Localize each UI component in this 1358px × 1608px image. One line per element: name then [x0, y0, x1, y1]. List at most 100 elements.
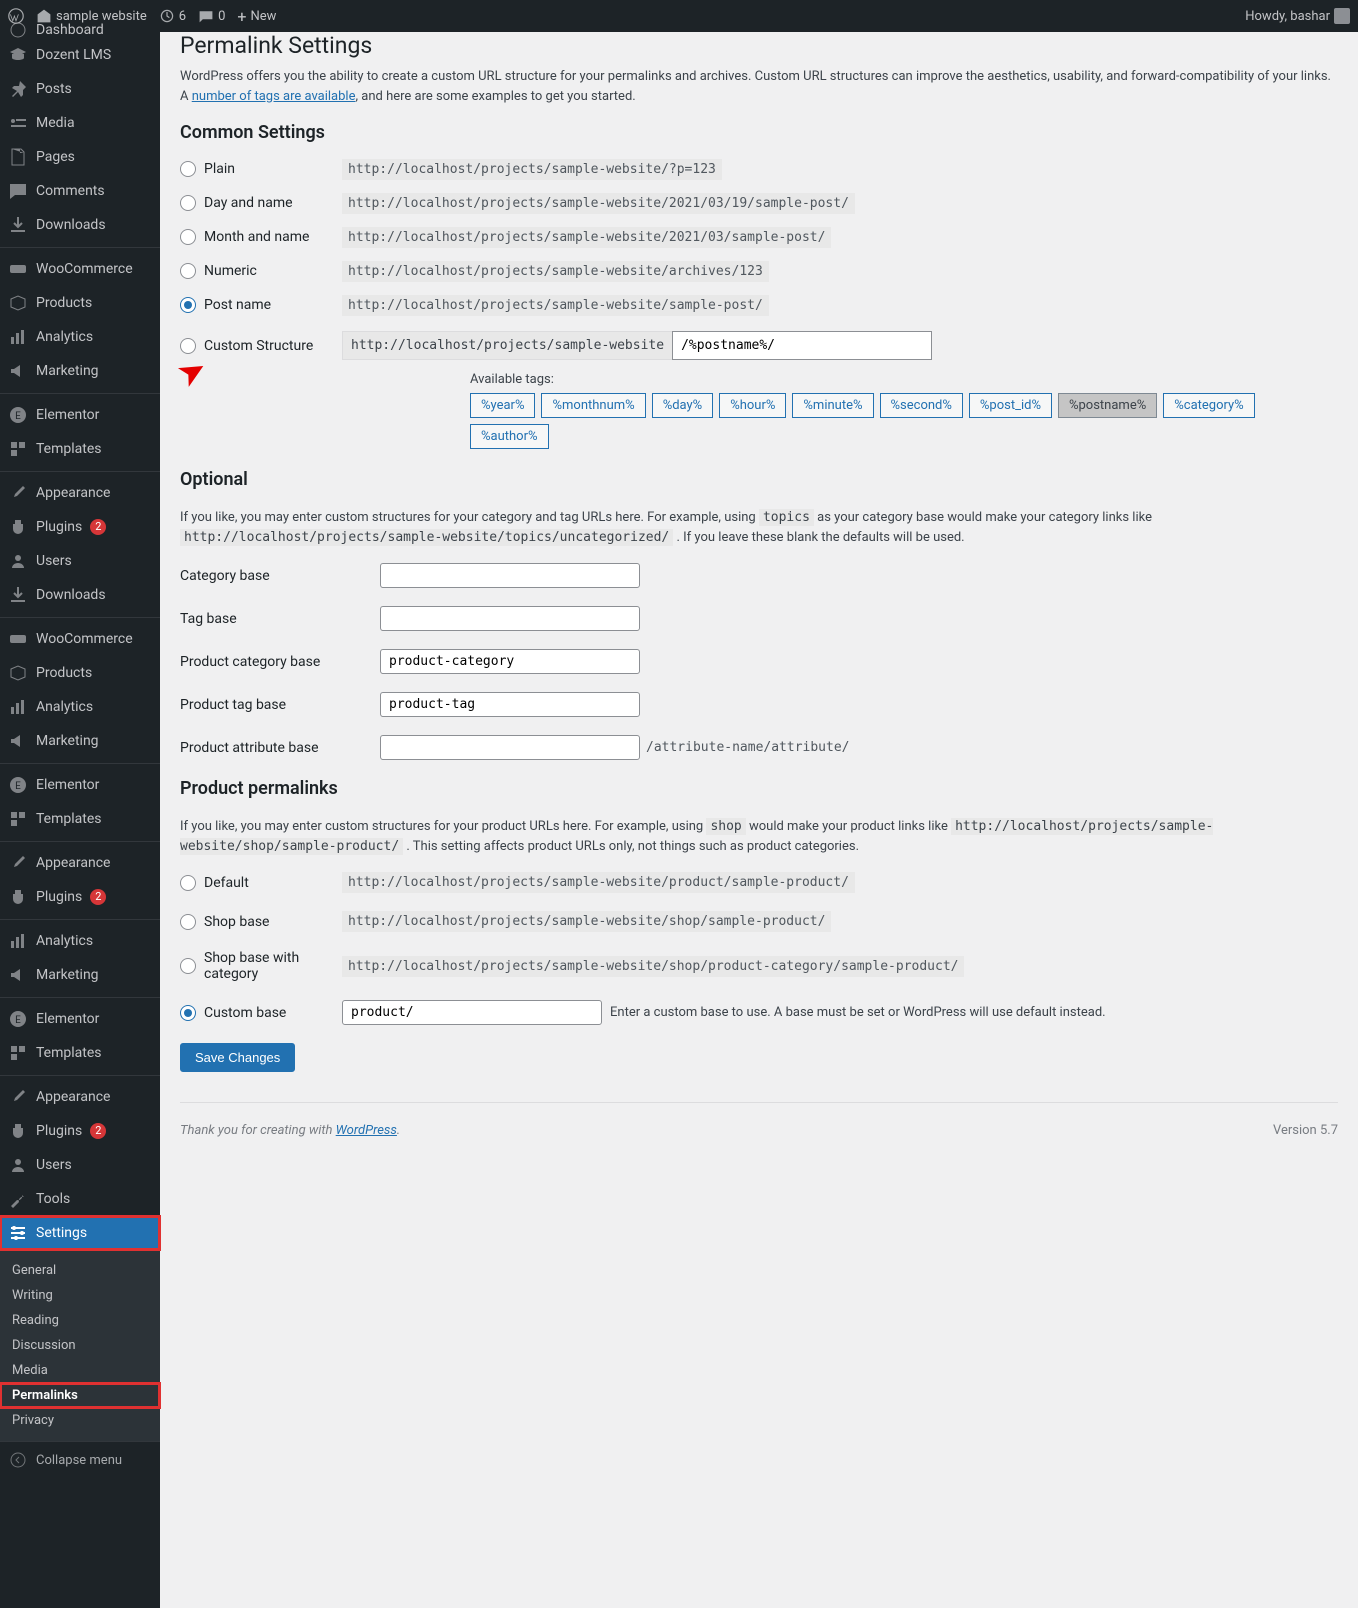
product-option-shop-base-with-category[interactable]: Shop base with category: [180, 950, 330, 982]
sidebar-item-posts[interactable]: Posts: [0, 72, 160, 106]
custom-base-input[interactable]: [342, 1000, 602, 1025]
sidebar-item-elementor[interactable]: EElementor: [0, 1002, 160, 1036]
radio-icon[interactable]: [180, 161, 196, 177]
sidebar-item-comments[interactable]: Comments: [0, 174, 160, 208]
tags-doc-link[interactable]: number of tags are available: [192, 89, 356, 104]
menu-label: Plugins: [36, 1123, 82, 1139]
permalink-option-post-name[interactable]: Post name: [180, 297, 330, 313]
submenu-discussion[interactable]: Discussion: [0, 1333, 160, 1358]
submenu-writing[interactable]: Writing: [0, 1283, 160, 1308]
product-option-custom-base[interactable]: Custom base: [180, 1005, 330, 1021]
sidebar-item-elementor[interactable]: EElementor: [0, 398, 160, 432]
comments-link[interactable]: 0: [198, 8, 225, 24]
sidebar-item-analytics[interactable]: Analytics: [0, 690, 160, 724]
howdy-link[interactable]: Howdy, bashar: [1245, 8, 1350, 24]
tag-post_id[interactable]: %post_id%: [969, 393, 1052, 418]
sidebar-item-woocommerce[interactable]: WooCommerce: [0, 252, 160, 286]
tag-hour[interactable]: %hour%: [719, 393, 786, 418]
field-input-tag-base[interactable]: [380, 606, 640, 631]
box-icon: [8, 663, 28, 683]
field-input-product-attribute-base[interactable]: [380, 735, 640, 760]
save-changes-button[interactable]: Save Changes: [180, 1043, 295, 1072]
pin-icon: [8, 79, 28, 99]
sidebar-item-pages[interactable]: Pages: [0, 140, 160, 174]
radio-icon[interactable]: [180, 229, 196, 245]
sidebar-item-appearance[interactable]: Appearance: [0, 476, 160, 510]
field-input-category-base[interactable]: [380, 563, 640, 588]
field-input-product-tag-base[interactable]: [380, 692, 640, 717]
submenu-reading[interactable]: Reading: [0, 1308, 160, 1333]
product-option-shop-base[interactable]: Shop base: [180, 914, 330, 930]
tag-postname[interactable]: %postname%: [1058, 393, 1157, 418]
option-text: Day and name: [204, 195, 293, 211]
tag-minute[interactable]: %minute%: [792, 393, 873, 418]
sidebar-item-marketing[interactable]: Marketing: [0, 724, 160, 758]
field-input-product-category-base[interactable]: [380, 649, 640, 674]
menu-label: Plugins: [36, 889, 82, 905]
submenu-permalinks[interactable]: Permalinks: [0, 1383, 160, 1408]
tag-year[interactable]: %year%: [470, 393, 535, 418]
sidebar-item-settings[interactable]: Settings: [0, 1216, 160, 1250]
sidebar-item-analytics[interactable]: Analytics: [0, 924, 160, 958]
product-option-default[interactable]: Default: [180, 875, 330, 891]
radio-icon[interactable]: [180, 1005, 196, 1021]
menu-label: Downloads: [36, 587, 106, 603]
permalink-option-numeric[interactable]: Numeric: [180, 263, 330, 279]
sidebar-item-templates[interactable]: Templates: [0, 1036, 160, 1070]
sidebar-item-appearance[interactable]: Appearance: [0, 846, 160, 880]
sidebar-item-downloads[interactable]: Downloads: [0, 578, 160, 612]
woo-icon: [8, 259, 28, 279]
new-link[interactable]: +New: [237, 7, 276, 26]
radio-icon[interactable]: [180, 875, 196, 891]
sidebar-item-media[interactable]: Media: [0, 106, 160, 140]
sidebar-item-downloads[interactable]: Downloads: [0, 208, 160, 242]
sidebar-item-analytics[interactable]: Analytics: [0, 320, 160, 354]
sidebar-item-elementor[interactable]: EElementor: [0, 768, 160, 802]
custom-structure-input[interactable]: [672, 331, 932, 360]
radio-icon[interactable]: [180, 263, 196, 279]
permalink-option-plain[interactable]: Plain: [180, 161, 330, 177]
sidebar-item-products[interactable]: Products: [0, 286, 160, 320]
sidebar-item-templates[interactable]: Templates: [0, 432, 160, 466]
radio-icon[interactable]: [180, 338, 196, 354]
permalink-option-day-and-name[interactable]: Day and name: [180, 195, 330, 211]
submenu-media[interactable]: Media: [0, 1358, 160, 1383]
sidebar-item-dozent-lms[interactable]: Dozent LMS: [0, 38, 160, 72]
collapse-menu[interactable]: Collapse menu: [0, 1441, 160, 1478]
sidebar-item-plugins[interactable]: Plugins 2: [0, 510, 160, 544]
tag-day[interactable]: %day%: [652, 393, 714, 418]
sidebar-item-plugins[interactable]: Plugins 2: [0, 1114, 160, 1148]
sidebar-item-dashboard[interactable]: Dashboard: [0, 22, 160, 38]
updates-link[interactable]: 6: [159, 8, 186, 24]
sidebar-item-marketing[interactable]: Marketing: [0, 354, 160, 388]
sidebar-item-users[interactable]: Users: [0, 1148, 160, 1182]
radio-icon[interactable]: [180, 958, 196, 974]
option-text: Custom base: [204, 1005, 286, 1021]
radio-icon[interactable]: [180, 914, 196, 930]
wordpress-link[interactable]: WordPress: [336, 1123, 397, 1138]
option-text: Plain: [204, 161, 235, 177]
menu-label: Elementor: [36, 407, 99, 423]
dashboard-icon: [8, 22, 28, 38]
sidebar-item-tools[interactable]: Tools: [0, 1182, 160, 1216]
tag-category[interactable]: %category%: [1163, 393, 1254, 418]
e-icon: E: [8, 775, 28, 795]
radio-icon[interactable]: [180, 297, 196, 313]
sidebar-item-plugins[interactable]: Plugins 2: [0, 880, 160, 914]
sidebar-item-products[interactable]: Products: [0, 656, 160, 690]
sidebar-item-users[interactable]: Users: [0, 544, 160, 578]
tag-author[interactable]: %author%: [470, 424, 549, 449]
radio-icon[interactable]: [180, 195, 196, 211]
tag-monthnum[interactable]: %monthnum%: [541, 393, 645, 418]
submenu-general[interactable]: General: [0, 1258, 160, 1283]
sidebar-item-woocommerce[interactable]: WooCommerce: [0, 622, 160, 656]
permalink-option-month-and-name[interactable]: Month and name: [180, 229, 330, 245]
submenu-privacy[interactable]: Privacy: [0, 1408, 160, 1433]
sidebar-item-templates[interactable]: Templates: [0, 802, 160, 836]
sidebar-item-marketing[interactable]: Marketing: [0, 958, 160, 992]
tag-second[interactable]: %second%: [880, 393, 963, 418]
menu-label: Marketing: [36, 363, 99, 379]
permalink-option-custom-structure[interactable]: Custom Structure: [180, 338, 330, 354]
sidebar-item-appearance[interactable]: Appearance: [0, 1080, 160, 1114]
new-label: New: [250, 9, 276, 24]
